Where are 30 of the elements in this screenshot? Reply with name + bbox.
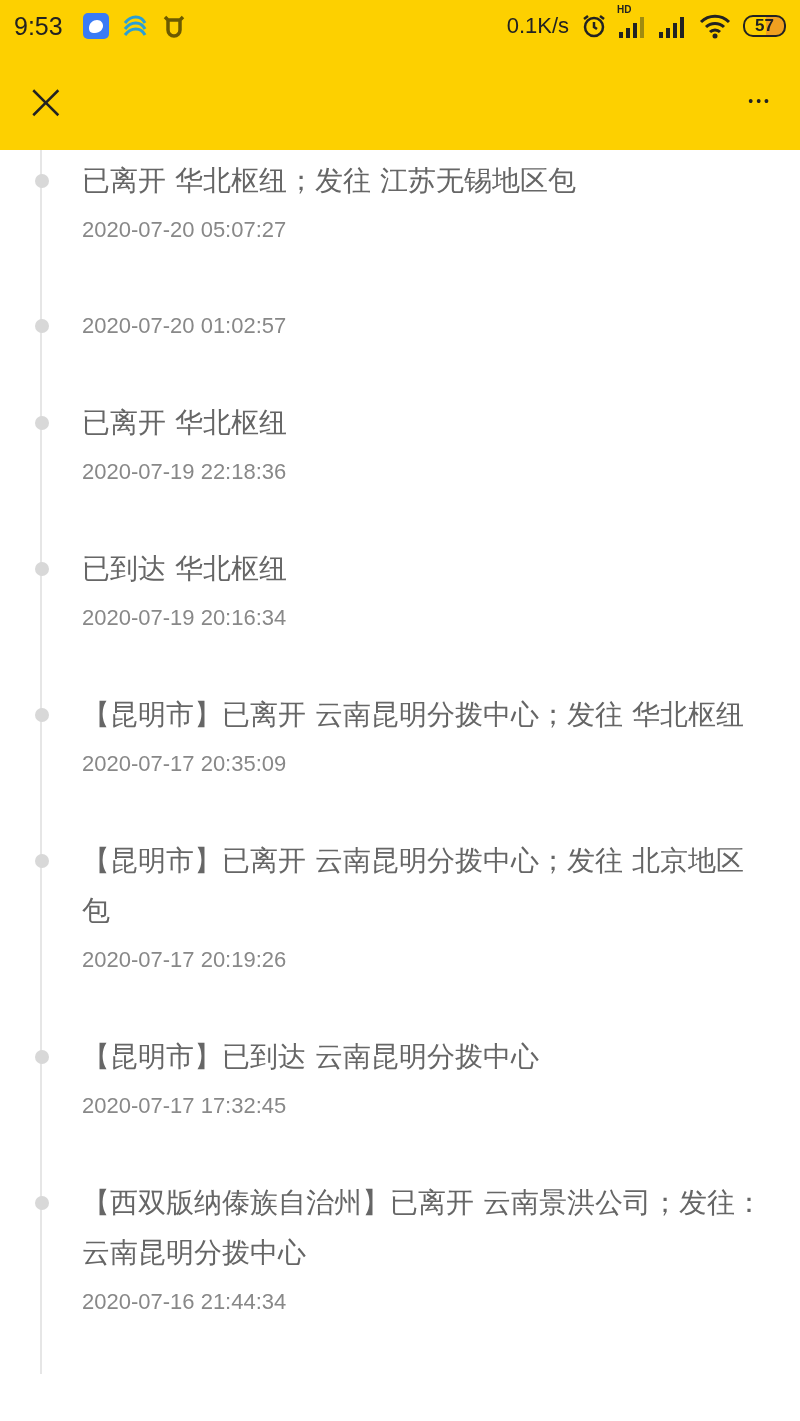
event-description: 【昆明市】已到达 云南昆明分拨中心 [82,1039,540,1075]
timeline-dot [35,1196,49,1210]
status-time: 9:53 [14,11,63,41]
timeline-dot [35,708,49,722]
event-description: 【昆明市】已离开 云南昆明分拨中心；发往 北京地区包 [82,843,745,929]
event-description: 已到达 华北枢纽 [82,551,288,587]
event-time: 2020-07-19 22:18:36 [82,458,288,486]
event-time: 2020-07-17 20:35:09 [82,750,288,778]
event-time: 2020-07-16 21:44:34 [82,1288,288,1316]
event-time: 2020-07-17 20:19:26 [82,946,288,974]
event-description: 已离开 华北枢纽；发往 江苏无锡地区包 [82,163,577,199]
event-description: 【西双版纳傣族自治州】已离开 云南景洪公司；发往：云南昆明分拨中心 [82,1185,764,1271]
event-time: 2020-07-19 20:16:34 [82,604,288,632]
close-button[interactable]: × [20,75,72,127]
timeline-dot [35,1050,49,1064]
timeline-dot [35,174,49,188]
event-time: 2020-07-20 01:02:57 [82,312,288,340]
event-description: 已离开 华北枢纽 [82,405,288,441]
event-description: 【昆明市】已离开 云南昆明分拨中心；发往 华北枢纽 [82,697,745,733]
timeline-dot [35,416,49,430]
timeline-dot [35,854,49,868]
hd-label: HD [617,4,632,15]
event-time: 2020-07-20 05:07:27 [82,216,288,244]
more-button[interactable]: ••• [744,89,776,113]
event-time: 2020-07-17 17:32:45 [82,1092,288,1120]
timeline-dot [35,319,49,333]
wifi-icon [699,13,732,39]
network-speed: 0.1K/s [506,13,570,39]
timeline-dot [35,562,49,576]
battery-indicator: 57 [743,15,786,37]
